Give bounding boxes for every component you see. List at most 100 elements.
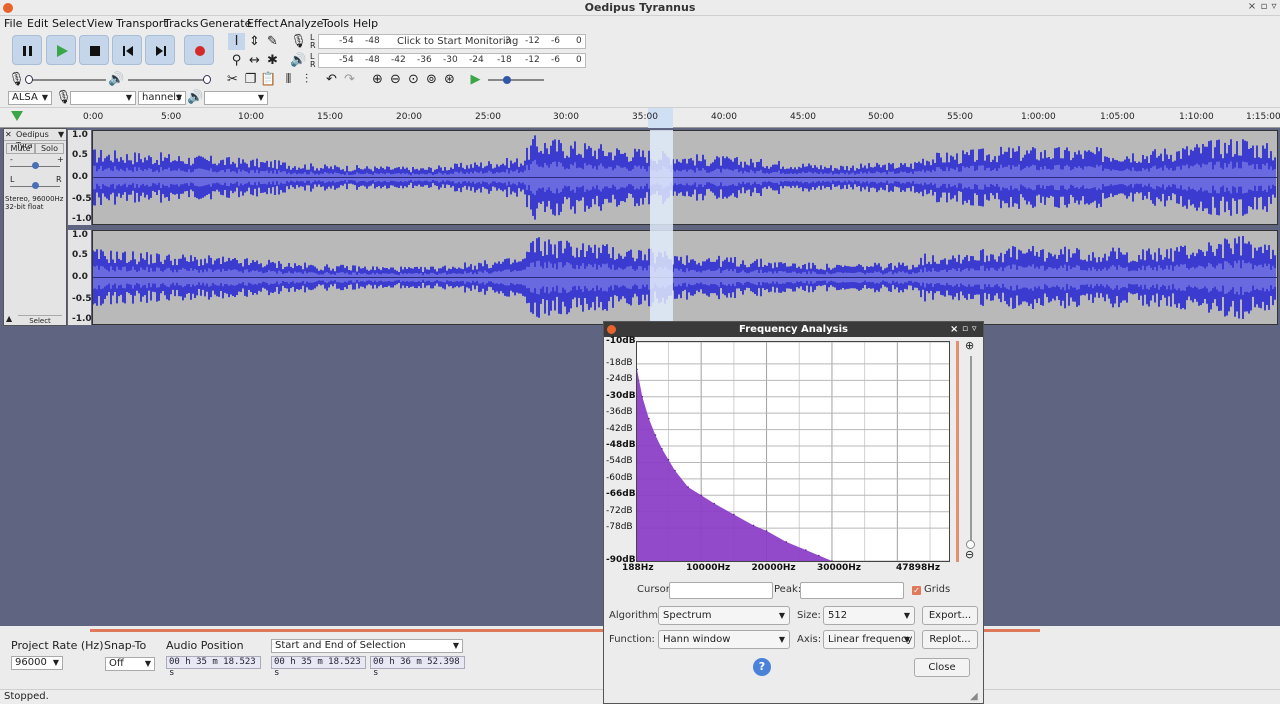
spectrum-point [700, 494, 702, 497]
menu-file[interactable]: File [4, 17, 22, 30]
spectrum-plot[interactable] [636, 341, 950, 562]
ruler-label: 1:15:00 [1246, 112, 1280, 122]
dialog-maximize-icon[interactable]: ▫ [962, 322, 968, 337]
timeshift-tool-icon[interactable]: ↔ [246, 52, 263, 69]
collapse-track-icon[interactable]: ▲ [6, 314, 12, 323]
channels-select[interactable]: hannels ▼ [138, 91, 186, 105]
track-control-panel: ✕ Oedipus Tyra ▼ Mute Solo - + L R Stere… [3, 128, 67, 326]
track-close-icon[interactable]: ✕ [5, 129, 12, 140]
play-at-speed-icon[interactable]: ▶ [467, 71, 484, 88]
record-meter[interactable]: -54 -48 Click to Start Monitoring 3 -12 … [318, 34, 586, 49]
gain-plus-label: + [57, 155, 64, 164]
cut-icon[interactable]: ✂ [224, 71, 241, 88]
record-meter-icon[interactable]: 🎙 [290, 33, 307, 50]
selection-tool-icon[interactable]: I [228, 33, 245, 50]
monitor-prompt[interactable]: Click to Start Monitoring [397, 36, 518, 47]
playback-device-select[interactable]: ▼ [204, 91, 268, 105]
zoom-in-icon[interactable]: ⊕ [369, 71, 386, 88]
multi-tool-icon[interactable]: ✱ [264, 52, 281, 69]
snap-to-select[interactable]: Off ▼ [105, 657, 155, 671]
audio-position-field[interactable]: 00 h 35 m 18.523 s [166, 656, 261, 678]
silence-icon[interactable]: ⫶ [298, 71, 315, 88]
track-select-button[interactable]: Select [18, 315, 62, 325]
menu-generate[interactable]: Generate [200, 17, 251, 30]
zoom-toggle-icon[interactable]: ⊛ [441, 71, 458, 88]
menu-transport[interactable]: Transport [116, 17, 168, 30]
solo-button[interactable]: Solo [35, 143, 64, 154]
resize-grip-icon[interactable]: ◢ [970, 691, 978, 702]
dialog-titlebar[interactable]: Frequency Analysis × ▫ ▿ [604, 322, 983, 337]
menu-select[interactable]: Select [52, 17, 86, 30]
pan-thumb[interactable] [32, 182, 39, 189]
selection-end-field[interactable]: 00 h 36 m 52.398 s [370, 656, 465, 678]
cursor-field[interactable] [669, 582, 773, 599]
mute-button[interactable]: Mute [6, 143, 35, 154]
playback-meter-icon[interactable]: 🔊 [290, 52, 307, 69]
draw-tool-icon[interactable]: ✎ [264, 33, 281, 50]
play-head-icon[interactable] [10, 110, 24, 122]
menu-view[interactable]: View [87, 17, 113, 30]
menu-tracks[interactable]: Tracks [164, 17, 199, 30]
timeline-ruler[interactable]: 0:00 5:00 10:00 15:00 20:00 25:00 30:00 … [0, 108, 1280, 128]
help-button[interactable]: ? [753, 658, 771, 676]
algorithm-select[interactable]: Spectrum ▼ [658, 606, 790, 625]
menu-effect[interactable]: Effect [247, 17, 279, 30]
close-window-icon[interactable]: × [1246, 1, 1258, 12]
dialog-minimize-icon[interactable]: ▿ [972, 322, 977, 337]
size-select[interactable]: 512 ▼ [823, 606, 915, 625]
menu-tools[interactable]: Tools [322, 17, 349, 30]
selection-mode-select[interactable]: Start and End of Selection ▼ [271, 639, 463, 653]
close-button[interactable]: Close [914, 658, 970, 677]
trim-icon[interactable]: ⫴ [280, 71, 297, 88]
dialog-close-icon[interactable]: × [950, 322, 958, 337]
scale-label: 0.0 [72, 172, 88, 182]
envelope-tool-icon[interactable]: ⇕ [246, 33, 263, 50]
grids-checkbox[interactable]: ✓ [912, 586, 921, 595]
stop-button[interactable] [79, 35, 109, 65]
copy-icon[interactable]: ❐ [242, 71, 259, 88]
zoom-out-icon[interactable]: ⊖ [965, 548, 974, 561]
fit-project-icon[interactable]: ⊚ [423, 71, 440, 88]
audio-host-select[interactable]: ALSA ▼ [8, 91, 52, 105]
menu-analyze[interactable]: Analyze [280, 17, 323, 30]
recording-device-select[interactable]: ▼ [70, 91, 136, 105]
menu-help[interactable]: Help [353, 17, 378, 30]
record-button[interactable] [184, 35, 214, 65]
record-volume-slider[interactable] [26, 79, 106, 81]
zoom-tool-icon[interactable]: ⚲ [228, 52, 245, 69]
export-button[interactable]: Export... [922, 606, 978, 625]
track-name-button[interactable]: ✕ Oedipus Tyra ▼ [4, 129, 66, 150]
toolbar-area: I ⇕ ✎ ⚲ ↔ ✱ 🎙 L R -54 -48 Click to Start… [0, 32, 1280, 108]
replot-button[interactable]: Replot... [922, 630, 978, 649]
redo-icon[interactable]: ↷ [341, 71, 358, 88]
function-select[interactable]: Hann window ▼ [658, 630, 790, 649]
dialog-zoom-slider[interactable] [970, 356, 972, 546]
zoom-out-icon[interactable]: ⊖ [387, 71, 404, 88]
skip-end-button[interactable] [145, 35, 175, 65]
playback-volume-slider[interactable] [128, 79, 208, 81]
selection-start-field[interactable]: 00 h 35 m 18.523 s [271, 656, 366, 678]
play-speed-slider[interactable] [488, 79, 544, 81]
speaker-volume-icon: 🔊 [108, 72, 125, 87]
play-speed-thumb[interactable] [503, 76, 511, 84]
minimize-window-icon[interactable]: ▿ [1268, 1, 1280, 12]
menu-edit[interactable]: Edit [27, 17, 48, 30]
project-rate-select[interactable]: 96000 ▼ [11, 656, 63, 670]
playback-volume-thumb[interactable] [203, 75, 211, 84]
record-volume-thumb[interactable] [25, 75, 33, 84]
zoom-in-icon[interactable]: ⊕ [965, 339, 974, 352]
axis-select[interactable]: Linear frequency ▼ [823, 630, 915, 649]
fit-selection-icon[interactable]: ⊙ [405, 71, 422, 88]
playback-meter[interactable]: -54 -48 -42 -36 -30 -24 -18 -12 -6 0 [318, 53, 586, 68]
track-menu-icon[interactable]: ▼ [58, 129, 64, 140]
gain-thumb[interactable] [32, 162, 39, 169]
undo-icon[interactable]: ↶ [323, 71, 340, 88]
paste-icon[interactable]: 📋 [260, 71, 277, 88]
pause-button[interactable] [12, 35, 42, 65]
frequency-analysis-dialog: Frequency Analysis × ▫ ▿ -10dB -18dB -24dB… [603, 321, 984, 704]
waveform-right-channel[interactable] [92, 230, 1278, 325]
play-button[interactable] [46, 35, 76, 65]
skip-start-button[interactable] [112, 35, 142, 65]
peak-field[interactable] [800, 582, 904, 599]
waveform-left-channel[interactable] [92, 130, 1278, 225]
